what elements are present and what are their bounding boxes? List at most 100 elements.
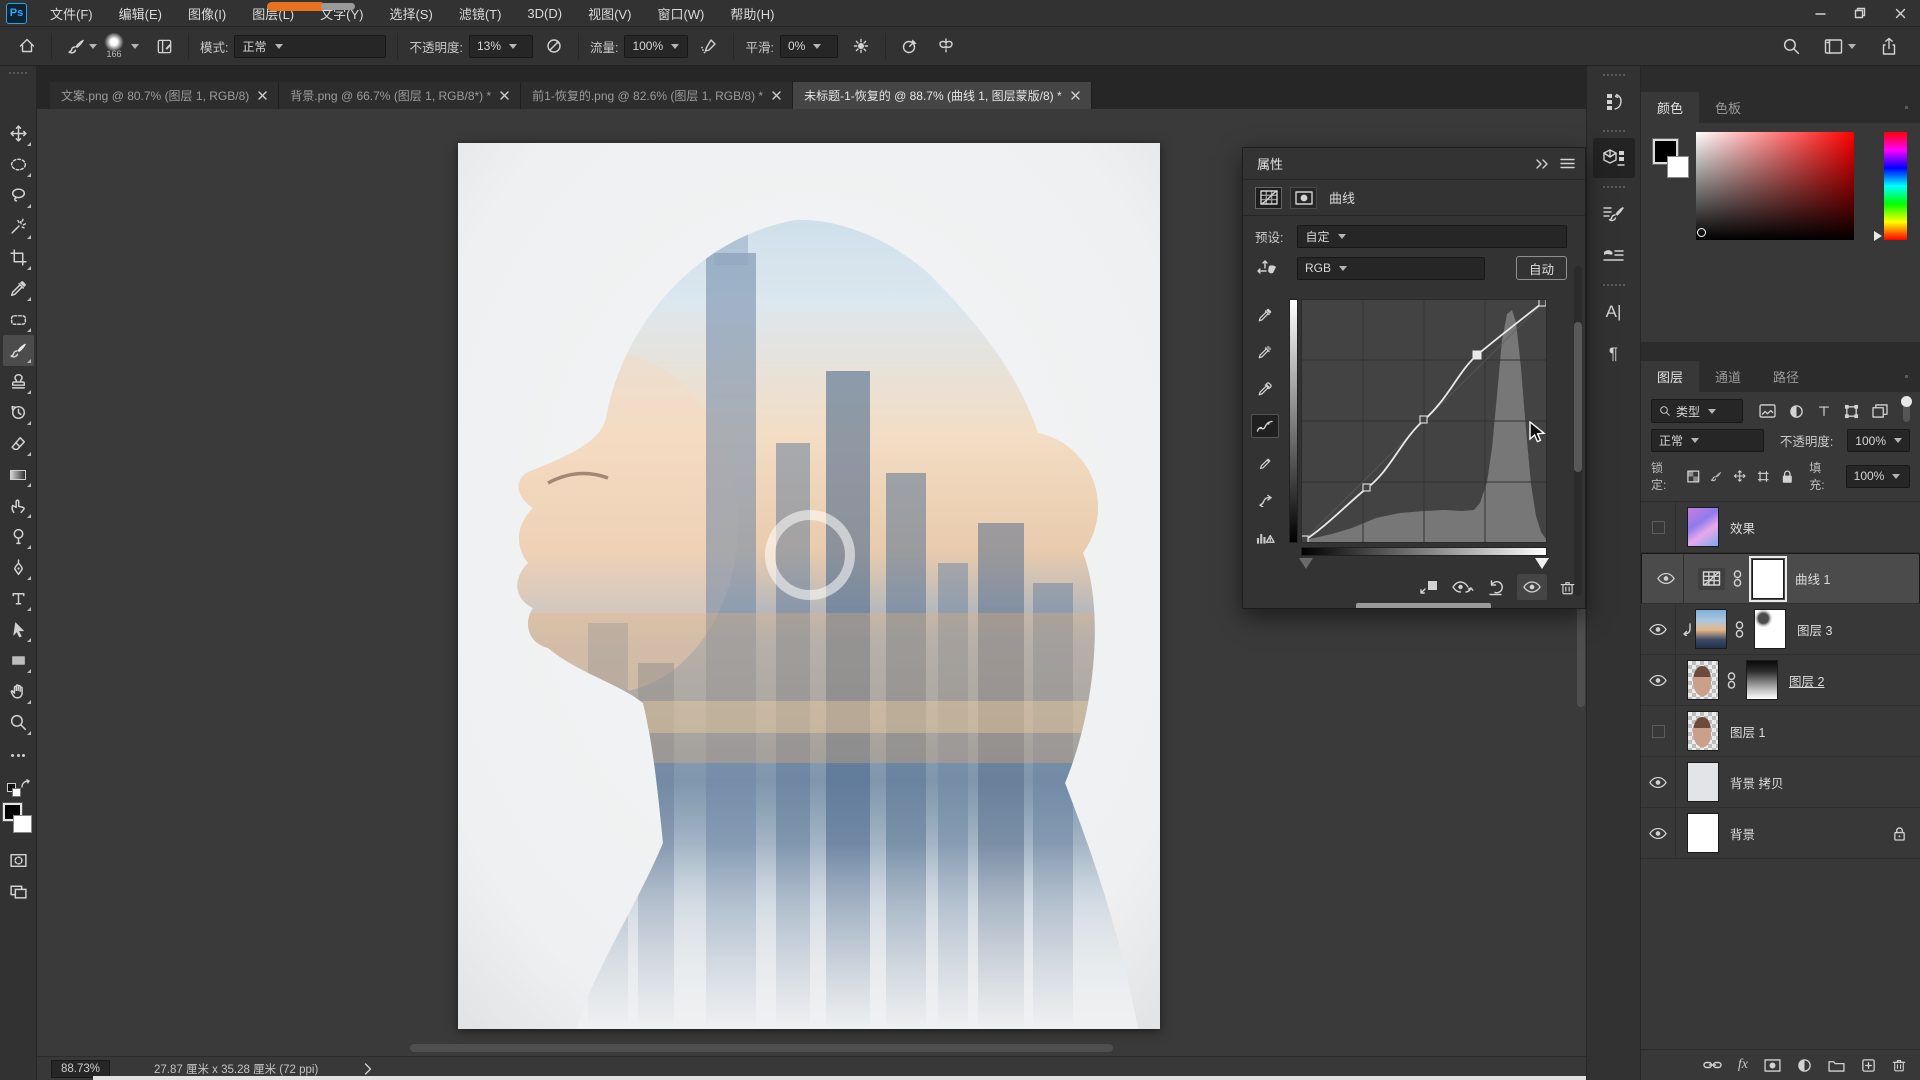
menu-select[interactable]: 选择(S) [376,0,445,26]
visibility-toggle[interactable] [1649,554,1684,603]
history-panel-icon[interactable] [1593,82,1635,122]
link-layers-icon[interactable] [1703,1059,1722,1071]
close-tab-icon[interactable] [258,91,267,100]
edit-points-curve-icon[interactable] [1251,414,1279,438]
filter-adjustment-layers-icon[interactable] [1789,404,1804,419]
toggle-brush-panel-icon[interactable] [151,33,177,59]
new-group-icon[interactable] [1828,1059,1845,1072]
tab-color[interactable]: 颜色 [1641,92,1699,123]
pressure-opacity-icon[interactable] [541,33,567,59]
menu-image[interactable]: 图像(I) [175,0,239,26]
layer-style-icon[interactable]: fx [1738,1057,1748,1073]
search-icon[interactable] [1778,33,1804,59]
layer-name[interactable]: 曲线 1 [1795,569,1830,588]
add-mask-icon[interactable] [1764,1059,1781,1072]
background-color-swatch[interactable] [13,815,32,833]
doc-tab-1[interactable]: 文案.png @ 80.7% (图层 1, RGB/8) [50,82,279,109]
layer-opacity-select[interactable]: 100% [1847,429,1910,452]
menu-window[interactable]: 窗口(W) [644,0,717,26]
layer-name[interactable]: 背景 [1730,824,1755,843]
tab-swatches[interactable]: 色板 [1699,92,1757,123]
black-point-eyedropper-icon[interactable] [1251,303,1279,327]
filter-type-select[interactable]: 类型 [1651,399,1743,423]
brushes-panel-icon[interactable] [1593,236,1635,276]
menu-help[interactable]: 帮助(H) [717,0,787,26]
layer-mask-thumbnail-selected[interactable] [1752,559,1784,599]
hand-tool[interactable] [3,676,34,707]
filter-type-layers-icon[interactable] [1817,404,1831,418]
smooth-curve-icon[interactable] [1251,488,1279,512]
zoom-tool[interactable] [3,707,34,738]
lock-pixels-icon[interactable] [1710,470,1723,483]
brush-settings-panel-icon[interactable] [1593,194,1635,234]
lock-all-icon[interactable] [1781,469,1794,484]
visibility-toggle[interactable] [1641,655,1676,705]
white-point-eyedropper-icon[interactable] [1251,377,1279,401]
targeted-adjustment-icon[interactable] [1255,258,1279,278]
menu-filter[interactable]: 滤镜(T) [446,0,515,26]
lock-transparency-icon[interactable] [1687,470,1700,483]
menu-file[interactable]: 文件(F) [37,0,106,26]
collapse-panel-icon[interactable] [1536,159,1550,169]
layer-mask-thumbnail[interactable] [1754,609,1786,649]
paint-symmetry-icon[interactable] [933,33,959,59]
workspace-switcher[interactable] [1824,38,1856,55]
gray-point-eyedropper-icon[interactable] [1251,340,1279,364]
paragraph-panel-icon[interactable]: ¶ [1593,334,1635,374]
visibility-toggle[interactable] [1641,808,1676,858]
view-previous-state-icon[interactable] [1452,580,1474,595]
home-icon[interactable] [14,33,40,59]
swap-colors-icon[interactable] [7,779,29,797]
histogram-clipping-warning-icon[interactable] [1251,525,1279,549]
restore-button[interactable] [1840,0,1880,26]
opacity-select[interactable]: 13% [469,35,533,58]
layer-row-background-copy[interactable]: 背景 拷贝 [1641,757,1920,808]
brush-preset-chevron[interactable] [89,44,97,49]
screen-mode-icon[interactable] [3,876,34,907]
type-tool[interactable] [3,583,34,614]
smoothing-select[interactable]: 0% [780,35,838,58]
eyedropper-tool[interactable] [3,273,34,304]
edit-toolbar-ellipsis[interactable] [3,740,34,771]
layer-mask-thumbnail[interactable] [1746,660,1778,700]
hue-slider-arrow[interactable] [1874,231,1882,241]
tab-layers[interactable]: 图层 [1641,361,1699,392]
menu-edit[interactable]: 编辑(E) [106,0,175,26]
share-icon[interactable] [1876,33,1902,59]
visibility-toggle[interactable] [1641,757,1676,807]
smudge-tool[interactable] [3,490,34,521]
character-panel-icon[interactable]: A| [1593,292,1635,332]
pencil-curve-icon[interactable] [1251,451,1279,475]
clip-to-layer-icon[interactable] [1419,579,1439,595]
black-point-slider[interactable] [1299,558,1313,569]
toolbar-drag-handle[interactable] [9,72,27,74]
lock-position-icon[interactable] [1733,469,1747,483]
reset-adjustment-icon[interactable] [1487,579,1504,596]
close-tab-icon[interactable] [1071,91,1080,100]
tab-channels[interactable]: 通道 [1699,361,1757,392]
filter-toggle-switch[interactable] [1903,400,1910,422]
visibility-toggle[interactable] [1641,706,1676,756]
brush-tool[interactable] [3,335,34,366]
gradient-tool[interactable] [3,459,34,490]
lock-artboard-icon[interactable] [1756,470,1771,483]
layer-name[interactable]: 背景 拷贝 [1730,773,1783,792]
quick-mask-icon[interactable] [3,845,34,876]
move-tool[interactable] [3,118,34,149]
menu-view[interactable]: 视图(V) [575,0,644,26]
channel-select[interactable]: RGB [1297,257,1485,280]
blend-mode-select[interactable]: 正常 [234,35,386,58]
auto-button[interactable]: 自动 [1516,256,1567,280]
close-button[interactable] [1880,0,1920,26]
properties-panel-icon[interactable] [1593,138,1635,178]
path-selection-tool[interactable] [3,614,34,645]
filter-shape-layers-icon[interactable] [1844,404,1859,419]
background-color-swatch[interactable] [1667,156,1689,178]
color-panel-menu-icon[interactable] [1905,102,1920,113]
doc-tab-3[interactable]: 前1-恢复的.png @ 82.6% (图层 1, RGB/8) * [521,82,793,109]
pen-tool[interactable] [3,552,34,583]
close-tab-icon[interactable] [500,91,509,100]
delete-layer-icon[interactable] [1892,1057,1906,1073]
layer-row-curves1[interactable]: 曲线 1 [1641,553,1920,604]
properties-tab[interactable]: 属性 [1243,154,1283,173]
